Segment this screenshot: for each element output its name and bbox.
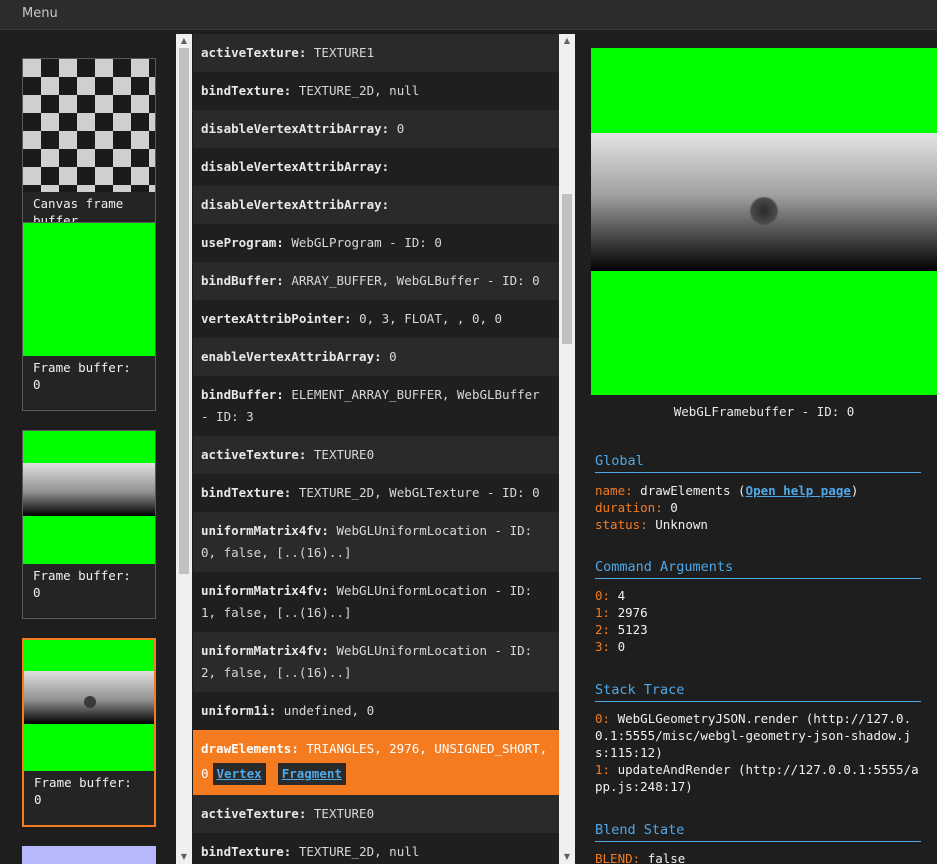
thumbnail-label: Frame buffer: 0 bbox=[34, 775, 132, 807]
command-item[interactable]: uniform1i: undefined, 0 bbox=[193, 692, 559, 730]
command-item[interactable]: uniformMatrix4fv: WebGLUniformLocation -… bbox=[193, 632, 559, 692]
command-item[interactable]: useProgram: WebGLProgram - ID: 0 bbox=[193, 224, 559, 262]
scroll-down-icon[interactable]: ▼ bbox=[559, 850, 575, 864]
command-item-selected[interactable]: drawElements: TRIANGLES, 2976, UNSIGNED_… bbox=[193, 730, 559, 795]
thumbnail-framebuffer[interactable]: Frame buffer: 0 bbox=[22, 430, 156, 619]
section-title-arguments: Command Arguments bbox=[595, 559, 921, 579]
command-item[interactable]: disableVertexAttribArray: bbox=[193, 186, 559, 224]
vertex-shader-link[interactable]: Vertex bbox=[212, 763, 266, 785]
command-item[interactable]: disableVertexAttribArray: 0 bbox=[193, 110, 559, 148]
commands-right-scrollbar[interactable]: ▲ ▼ bbox=[559, 34, 575, 864]
scroll-up-icon[interactable]: ▲ bbox=[559, 34, 575, 48]
command-item[interactable]: disableVertexAttribArray: bbox=[193, 148, 559, 186]
section-title-stack: Stack Trace bbox=[595, 682, 921, 702]
thumbnail-image bbox=[23, 59, 155, 192]
framebuffer-preview[interactable] bbox=[591, 48, 937, 395]
command-item[interactable]: bindTexture: TEXTURE_2D, null bbox=[193, 72, 559, 110]
thumbnail-partial[interactable] bbox=[22, 846, 156, 864]
capture-thumbnails: Canvas frame buffer Frame buffer: 0 Fram… bbox=[0, 31, 176, 864]
arguments-list: 0: 4 1: 2976 2: 5123 3: 0 bbox=[595, 588, 648, 654]
global-info: name: drawElements (Open help page) dura… bbox=[595, 483, 859, 532]
command-item[interactable]: bindTexture: TEXTURE_2D, WebGLTexture - … bbox=[193, 474, 559, 512]
rendered-object bbox=[749, 196, 779, 226]
command-item[interactable]: bindTexture: TEXTURE_2D, null bbox=[193, 833, 559, 864]
preview-caption: WebGLFramebuffer - ID: 0 bbox=[673, 404, 855, 419]
scroll-up-icon[interactable]: ▲ bbox=[176, 34, 192, 48]
command-item[interactable]: vertexAttribPointer: 0, 3, FLOAT, , 0, 0 bbox=[193, 300, 559, 338]
thumbnail-image bbox=[23, 431, 155, 564]
command-item[interactable]: activeTexture: TEXTURE1 bbox=[193, 34, 559, 72]
commands-left-scrollbar[interactable]: ▲ ▼ bbox=[176, 34, 192, 864]
stack-trace: 0: WebGLGeometryJSON.render (http://127.… bbox=[595, 711, 919, 794]
command-item[interactable]: enableVertexAttribArray: 0 bbox=[193, 338, 559, 376]
section-title-global: Global bbox=[595, 453, 921, 473]
menu-button[interactable]: Menu bbox=[22, 6, 58, 21]
thumbnail-label: Frame buffer: 0 bbox=[33, 568, 131, 600]
thumbnail-framebuffer[interactable]: Frame buffer: 0 bbox=[22, 222, 156, 411]
command-item[interactable]: bindBuffer: ELEMENT_ARRAY_BUFFER, WebGLB… bbox=[193, 376, 559, 436]
help-link[interactable]: Open help page bbox=[746, 483, 851, 498]
scroll-down-icon[interactable]: ▼ bbox=[176, 850, 192, 864]
section-title-blend: Blend State bbox=[595, 822, 921, 842]
thumbnail-image bbox=[24, 640, 154, 771]
thumbnail-framebuffer-selected[interactable]: Frame buffer: 0 bbox=[22, 638, 156, 827]
scrollbar-thumb[interactable] bbox=[179, 48, 189, 574]
scrollbar-thumb[interactable] bbox=[562, 194, 572, 344]
command-list: activeTexture: TEXTURE1 bindTexture: TEX… bbox=[193, 34, 559, 864]
command-item[interactable]: bindBuffer: ARRAY_BUFFER, WebGLBuffer - … bbox=[193, 262, 559, 300]
fragment-shader-link[interactable]: Fragment bbox=[277, 763, 346, 785]
command-item[interactable]: uniformMatrix4fv: WebGLUniformLocation -… bbox=[193, 512, 559, 572]
command-item[interactable]: activeTexture: TEXTURE0 bbox=[193, 795, 559, 833]
blend-state: BLEND: false bbox=[595, 851, 686, 864]
thumbnail-label: Frame buffer: 0 bbox=[33, 360, 131, 392]
thumbnail-image bbox=[23, 223, 155, 356]
menu-bar: Menu bbox=[0, 0, 937, 30]
command-item[interactable]: uniformMatrix4fv: WebGLUniformLocation -… bbox=[193, 572, 559, 632]
command-item[interactable]: activeTexture: TEXTURE0 bbox=[193, 436, 559, 474]
